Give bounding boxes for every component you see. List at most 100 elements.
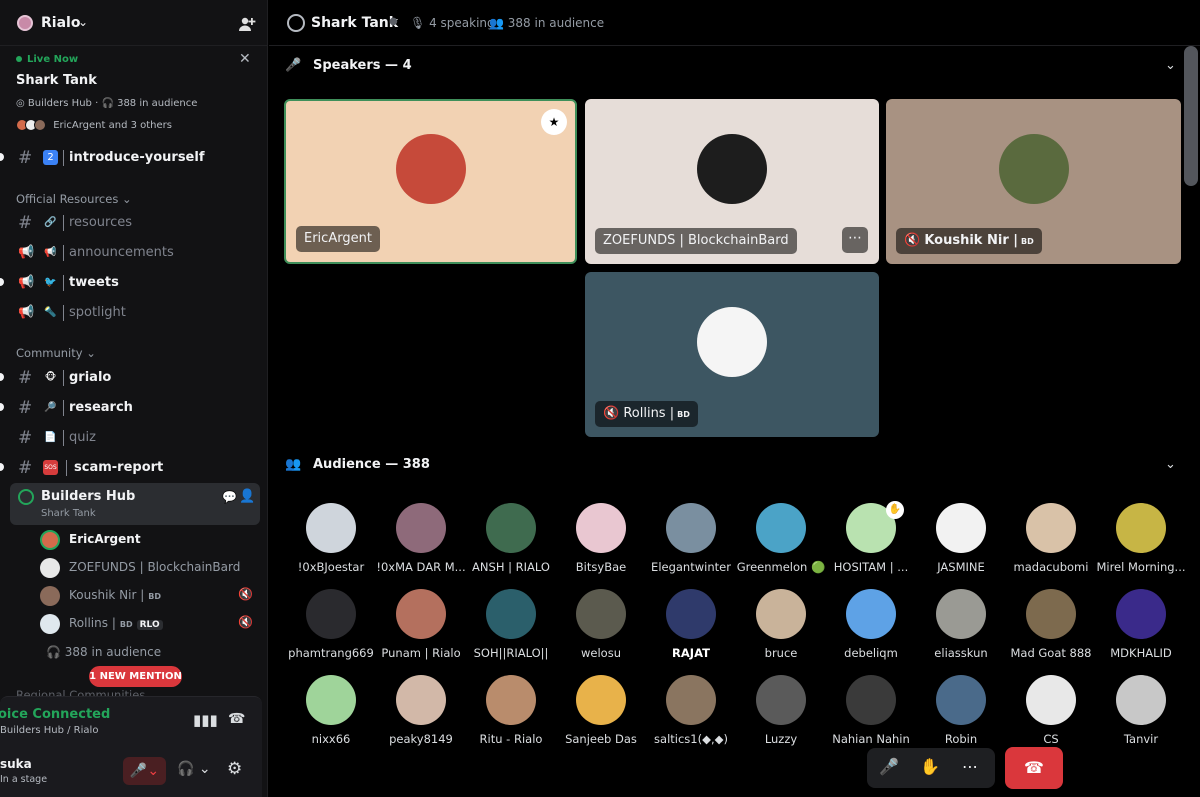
speaker-name: ZOEFUNDS | BlockchainBard bbox=[595, 228, 797, 254]
channel-name: announcements bbox=[69, 245, 174, 260]
voice-connected-label[interactable]: oice Connected bbox=[0, 707, 110, 722]
audience-member-name: saltics1(◆,◆) bbox=[654, 732, 728, 746]
channel-introduce-yourself[interactable]: # 2 introduce-yourself bbox=[0, 144, 267, 172]
speaker-name-text: Rollins | bbox=[623, 406, 675, 421]
audience-member[interactable]: welosu bbox=[556, 589, 646, 675]
audience-member[interactable]: peaky8149 bbox=[376, 675, 466, 761]
channel-name: introduce-yourself bbox=[69, 150, 205, 165]
audience-member[interactable]: BitsyBae bbox=[556, 503, 646, 589]
audience-member[interactable]: Sanjeeb Das bbox=[556, 675, 646, 761]
avatar bbox=[40, 614, 60, 634]
audience-member[interactable]: Punam | Rialo bbox=[376, 589, 466, 675]
gear-icon[interactable]: ⚙ bbox=[227, 759, 242, 779]
voice-channel-name: Builders Hub bbox=[41, 489, 136, 504]
audience-member[interactable]: debeliqm bbox=[826, 589, 916, 675]
mic-muted-icon: 🔇 bbox=[238, 587, 253, 601]
disconnect-icon[interactable]: ☎ bbox=[228, 711, 245, 727]
mute-mic-button[interactable]: 🎤⌄ bbox=[123, 757, 166, 785]
mic-muted-icon[interactable]: 🎤 bbox=[879, 757, 899, 776]
unread-indicator bbox=[0, 278, 4, 286]
channel-spotlight[interactable]: 📢 🔦 spotlight bbox=[0, 299, 267, 327]
avatar bbox=[486, 675, 536, 725]
channel-quiz[interactable]: # 📄 quiz bbox=[0, 424, 267, 452]
audience-member[interactable]: eliasskun bbox=[916, 589, 1006, 675]
channel-resources[interactable]: # 🔗 resources bbox=[0, 209, 267, 237]
stage-icon bbox=[287, 14, 305, 32]
close-icon[interactable]: ✕ bbox=[239, 51, 251, 67]
channel-announcements[interactable]: 📢 📢 announcements bbox=[0, 239, 267, 267]
voice-user-name: Koushik Nir | BD bbox=[69, 588, 161, 602]
server-header[interactable]: Rialo ⌄ bbox=[0, 0, 267, 46]
audience-count: 👥 388 in audience bbox=[489, 16, 604, 30]
soundwave-icon[interactable]: ▮▮▮ bbox=[193, 711, 218, 729]
scrollbar[interactable] bbox=[1184, 46, 1198, 186]
audience-member[interactable]: Mirel Morning... bbox=[1096, 503, 1186, 589]
category-official-resources[interactable]: Official Resources ⌄ bbox=[16, 192, 132, 206]
voice-user[interactable]: EricArgent bbox=[40, 528, 260, 552]
category-label: Official Resources bbox=[16, 192, 119, 206]
avatar bbox=[396, 675, 446, 725]
user-panel: suka In a stage 🎤⌄ 🎧 ⌄ ⚙ bbox=[0, 746, 262, 797]
voice-user[interactable]: ZOEFUNDS | BlockchainBard bbox=[40, 556, 260, 580]
audience-member[interactable]: phamtrang669 bbox=[286, 589, 376, 675]
audience-member[interactable]: Luzzy bbox=[736, 675, 826, 761]
avatar bbox=[1116, 503, 1166, 553]
user-name[interactable]: suka bbox=[0, 757, 32, 771]
link-icon: 🔗 bbox=[44, 217, 57, 228]
audience-member[interactable]: nixx66 bbox=[286, 675, 376, 761]
raise-hand-icon[interactable]: ✋ bbox=[920, 757, 940, 776]
speaker-tile[interactable]: 🔇 Koushik Nir | BD bbox=[886, 99, 1181, 264]
audience-member[interactable]: RAJAT bbox=[646, 589, 736, 675]
voice-audience-count[interactable]: 🎧 388 in audience bbox=[46, 645, 161, 659]
leave-stage-button[interactable]: ☎ bbox=[1005, 747, 1063, 789]
avatar bbox=[1116, 675, 1166, 725]
audience-member[interactable]: MDKHALID bbox=[1096, 589, 1186, 675]
audience-member[interactable]: Greenmelon 🟢 bbox=[736, 503, 826, 589]
more-options-icon[interactable]: ⋯ bbox=[842, 227, 868, 253]
voice-channel-builders-hub[interactable]: Builders Hub Shark Tank 💬 👤 bbox=[10, 483, 260, 525]
channel-research[interactable]: # 🔎 research bbox=[0, 394, 267, 422]
headphones-icon[interactable]: 🎧 ⌄ bbox=[177, 761, 211, 777]
audience-member[interactable]: saltics1(◆,◆) bbox=[646, 675, 736, 761]
live-stage-card[interactable]: Live Now ✕ Shark Tank ◎ Builders Hub · 🎧… bbox=[10, 48, 262, 142]
channel-tweets[interactable]: 📢 🐦 tweets bbox=[0, 269, 267, 297]
avatar bbox=[936, 675, 986, 725]
audience-member[interactable]: bruce bbox=[736, 589, 826, 675]
channel-scam-report[interactable]: # SOS scam-report bbox=[0, 454, 267, 482]
audience-member[interactable]: JASMINE bbox=[916, 503, 1006, 589]
voice-user[interactable]: Rollins | BD RLO 🔇 bbox=[40, 612, 260, 636]
audience-member[interactable]: ANSH | RIALO bbox=[466, 503, 556, 589]
audience-member[interactable]: Elegantwinter bbox=[646, 503, 736, 589]
voice-user[interactable]: Koushik Nir | BD 🔇 bbox=[40, 584, 260, 608]
category-community[interactable]: Community ⌄ bbox=[16, 346, 96, 360]
speaker-tile[interactable]: ★ EricArgent bbox=[284, 99, 577, 264]
audience-member-name: Luzzy bbox=[764, 732, 798, 746]
person-add-icon[interactable] bbox=[238, 15, 256, 33]
audience-member[interactable]: Ritu - Rialo bbox=[466, 675, 556, 761]
chevron-down-icon[interactable]: ⌄ bbox=[1165, 58, 1176, 73]
chevron-down-icon[interactable]: ⌄ bbox=[78, 15, 88, 29]
divider bbox=[63, 305, 64, 321]
audience-member[interactable]: Tanvir bbox=[1096, 675, 1186, 761]
speakers-section-label: Speakers — 4 bbox=[313, 58, 412, 73]
audience-member[interactable]: !0xBJoestar bbox=[286, 503, 376, 589]
audience-member[interactable]: !0xMA DAR M... bbox=[376, 503, 466, 589]
document-icon: 📄 bbox=[44, 432, 57, 443]
channel-name: resources bbox=[69, 215, 133, 230]
speaker-tile[interactable]: ZOEFUNDS | BlockchainBard ⋯ bbox=[585, 99, 879, 264]
channel-grialo[interactable]: # 🐵 grialo bbox=[0, 364, 267, 392]
audience-member[interactable]: SOH||RIALO|| bbox=[466, 589, 556, 675]
sos-icon: SOS bbox=[43, 460, 58, 475]
speaker-tile[interactable]: 🔇 Rollins | BD bbox=[585, 272, 879, 437]
audience-member[interactable]: Mad Goat 888 bbox=[1006, 589, 1096, 675]
more-options-icon[interactable]: ⋯ bbox=[962, 757, 978, 776]
audience-member[interactable]: madacubomi bbox=[1006, 503, 1096, 589]
audience-section-header[interactable]: 👥 Audience — 388 bbox=[285, 457, 430, 472]
audience-member[interactable]: ✋ HOSITAM | ... bbox=[826, 501, 916, 589]
person-add-icon[interactable]: 👤 bbox=[239, 489, 255, 504]
new-mention-badge[interactable]: 1 NEW MENTION bbox=[89, 666, 182, 687]
chat-bubble-icon[interactable]: 💬 bbox=[222, 490, 237, 504]
avatar bbox=[576, 589, 626, 639]
speakers-section-header[interactable]: 🎤 Speakers — 4 bbox=[285, 58, 412, 73]
chevron-down-icon[interactable]: ⌄ bbox=[1165, 457, 1176, 472]
